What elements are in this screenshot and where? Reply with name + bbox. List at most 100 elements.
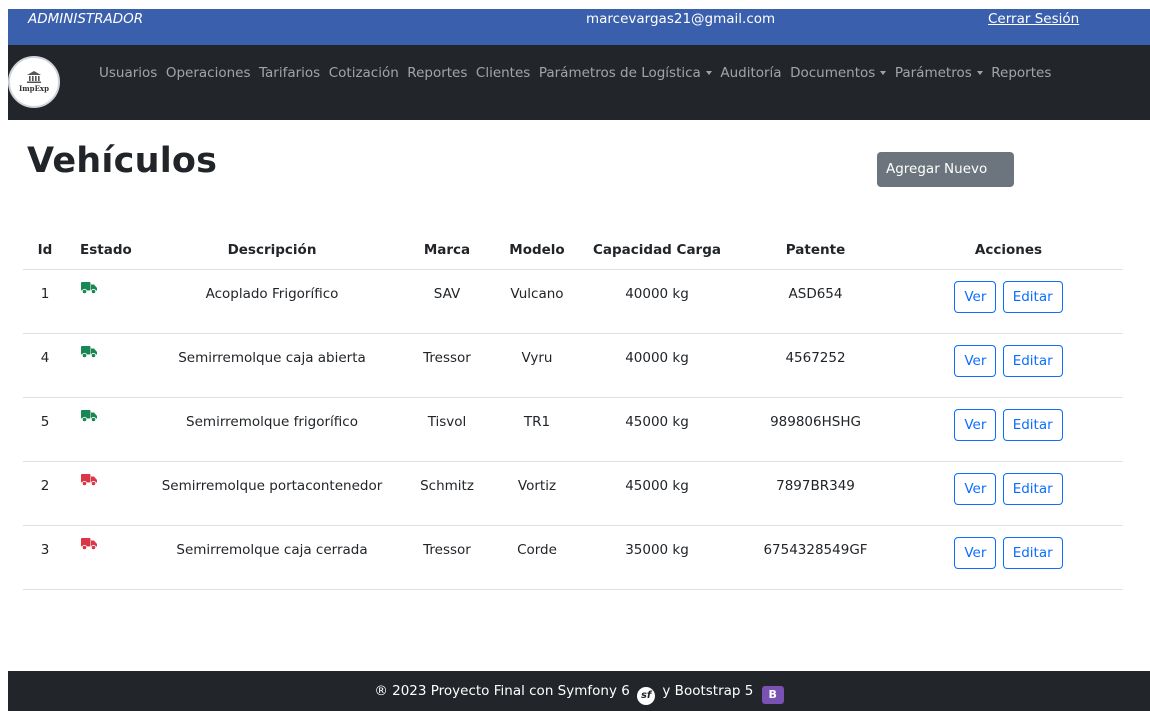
cell-patente: 4567252 (737, 333, 894, 398)
user-email: marcevargas21@gmail.com (586, 11, 776, 27)
view-button[interactable]: Ver (954, 472, 997, 505)
header-modelo: Modelo (497, 232, 577, 270)
nav-item-reportes[interactable]: Reportes (407, 65, 467, 81)
logo-text: ImpExp (19, 84, 49, 93)
main-navbar: ImpExp Usuarios Operaciones Tarifarios Coti… (8, 45, 1150, 120)
view-button[interactable]: Ver (954, 408, 997, 441)
cell-acciones: Ver Editar (894, 461, 1123, 526)
cell-modelo: Vortiz (497, 461, 577, 526)
cell-descripcion: Semirremolque caja cerrada (147, 525, 397, 590)
cell-estado (67, 269, 147, 334)
edit-button[interactable]: Editar (1002, 472, 1063, 505)
cell-modelo: Corde (497, 525, 577, 590)
nav-item-clientes[interactable]: Clientes (476, 65, 530, 81)
cell-estado (67, 525, 147, 590)
cell-id: 3 (23, 525, 67, 590)
app-logo[interactable]: ImpExp (8, 56, 60, 108)
cell-marca: SAV (397, 269, 497, 334)
table-row: 4 Semirremolque caja abierta Tressor Vyru 40… (23, 333, 1123, 398)
truck-icon (81, 281, 97, 298)
cell-capacidad: 35000 kg (577, 525, 737, 590)
nav-item-label: Parámetros de Logística (538, 65, 701, 81)
cell-descripcion: Acoplado Frigorífico (147, 269, 397, 334)
cell-patente: 6754328549GF (737, 525, 894, 590)
nav-item-usuarios[interactable]: Usuarios (99, 65, 157, 81)
view-button[interactable]: Ver (954, 344, 997, 377)
cell-descripcion: Semirremolque frigorífico (147, 397, 397, 462)
nav-item-label: Tarifarios (259, 65, 321, 81)
user-role: ADMINISTRADOR (28, 11, 144, 27)
cell-estado (67, 333, 147, 398)
cell-patente: 989806HSHG (737, 397, 894, 462)
header-marca: Marca (397, 232, 497, 270)
table-row: 2 Semirremolque portacontenedor Schmitz Vor… (23, 461, 1123, 526)
header-capacidad: Capacidad Carga (577, 232, 737, 270)
cell-acciones: Ver Editar (894, 269, 1123, 334)
footer-text-bootstrap: y Bootstrap 5 (662, 683, 754, 699)
nav-item-cotización[interactable]: Cotización (329, 65, 399, 81)
nav-item-parámetros-de-logística[interactable]: Parámetros de Logística (539, 65, 712, 81)
nav-item-label: Parámetros (894, 65, 972, 81)
edit-button[interactable]: Editar (1002, 344, 1063, 377)
cell-id: 1 (23, 269, 67, 334)
nav-item-label: Clientes (475, 65, 531, 81)
table-header-row: Id Estado Descripción Marca Modelo Capac… (23, 232, 1123, 270)
edit-button[interactable]: Editar (1002, 536, 1063, 569)
nav-item-label: Cotización (328, 65, 399, 81)
header-id: Id (23, 232, 67, 270)
caret-down-icon (976, 71, 983, 75)
cell-acciones: Ver Editar (894, 525, 1123, 590)
truck-icon (81, 345, 97, 362)
caret-down-icon (880, 71, 887, 75)
cell-patente: ASD654 (737, 269, 894, 334)
edit-button[interactable]: Editar (1002, 280, 1063, 313)
cell-acciones: Ver Editar (894, 333, 1123, 398)
nav-item-tarifarios[interactable]: Tarifarios (259, 65, 320, 81)
cell-estado (67, 397, 147, 462)
view-button[interactable]: Ver (954, 280, 997, 313)
header-descripcion: Descripción (147, 232, 397, 270)
table-body: 1 Acoplado Frigorífico SAV Vulcano 40000 kg A… (23, 269, 1123, 590)
view-button[interactable]: Ver (954, 536, 997, 569)
vehicles-table-wrapper: Id Estado Descripción Marca Modelo Capac… (23, 232, 1123, 590)
nav-item-operaciones[interactable]: Operaciones (166, 65, 251, 81)
footer-text: ® 2023 Proyecto Final con Symfony 6 (374, 683, 630, 699)
table-row: 5 Semirremolque frigorífico Tisvol TR1 45000… (23, 397, 1123, 462)
truck-icon (81, 409, 97, 426)
cell-id: 2 (23, 461, 67, 526)
nav-item-documentos[interactable]: Documentos (790, 65, 887, 81)
header-acciones: Acciones (894, 232, 1123, 270)
page-title: Vehículos (27, 141, 218, 181)
nav-item-label: Reportes (407, 65, 468, 81)
cell-patente: 7897BR349 (737, 461, 894, 526)
cell-acciones: Ver Editar (894, 397, 1123, 462)
nav-item-label: Usuarios (99, 65, 158, 81)
cell-descripcion: Semirremolque portacontenedor (147, 461, 397, 526)
footer: ® 2023 Proyecto Final con Symfony 6 sf y… (8, 671, 1150, 711)
table-row: 3 Semirremolque caja cerrada Tressor Corde 3… (23, 525, 1123, 590)
header-patente: Patente (737, 232, 894, 270)
vehicles-table: Id Estado Descripción Marca Modelo Capac… (23, 232, 1123, 590)
cell-id: 5 (23, 397, 67, 462)
cell-modelo: Vyru (497, 333, 577, 398)
nav-menu: Usuarios Operaciones Tarifarios Cotización R… (99, 65, 1060, 81)
caret-down-icon (705, 71, 712, 75)
edit-button[interactable]: Editar (1002, 408, 1063, 441)
nav-item-parámetros[interactable]: Parámetros (895, 65, 983, 81)
header-estado: Estado (67, 232, 147, 270)
logout-link[interactable]: Cerrar Sesión (988, 11, 1079, 27)
nav-item-auditoría[interactable]: Auditoría (720, 65, 781, 81)
truck-icon (81, 537, 97, 554)
cell-capacidad: 45000 kg (577, 397, 737, 462)
cell-marca: Tisvol (397, 397, 497, 462)
building-icon (27, 71, 41, 83)
cell-modelo: TR1 (497, 397, 577, 462)
cell-marca: Tressor (397, 333, 497, 398)
cell-descripcion: Semirremolque caja abierta (147, 333, 397, 398)
add-new-button[interactable]: Agregar Nuevo (877, 152, 1014, 187)
cell-estado (67, 461, 147, 526)
table-row: 1 Acoplado Frigorífico SAV Vulcano 40000 kg A… (23, 269, 1123, 334)
nav-item-reportes[interactable]: Reportes (991, 65, 1051, 81)
symfony-logo-icon: sf (637, 687, 656, 705)
cell-marca: Tressor (397, 525, 497, 590)
